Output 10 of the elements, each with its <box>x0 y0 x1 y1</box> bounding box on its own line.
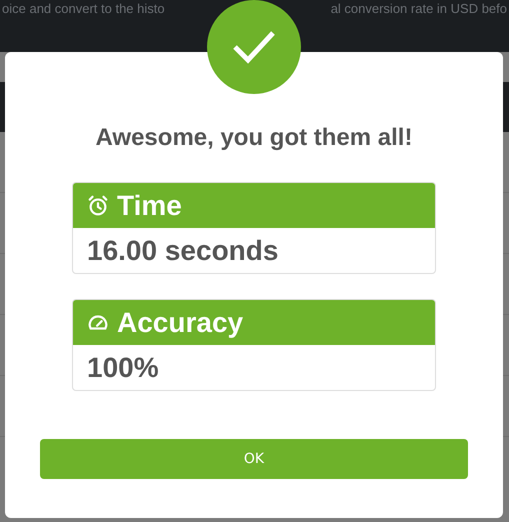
checkmark-icon <box>232 30 276 64</box>
ok-button[interactable]: OK <box>40 439 468 479</box>
stat-value: 16.00 seconds <box>87 234 278 266</box>
card-title: Accuracy <box>117 306 244 338</box>
stat-value: 100% <box>87 352 159 384</box>
dialog-heading: Awesome, you got them all! <box>94 124 414 152</box>
alarm-clock-icon <box>87 194 109 216</box>
card-title: Time <box>117 190 182 222</box>
background-text: al conversion rate in USD befo <box>330 1 507 17</box>
background-text: oice and convert to the histo <box>2 1 165 17</box>
